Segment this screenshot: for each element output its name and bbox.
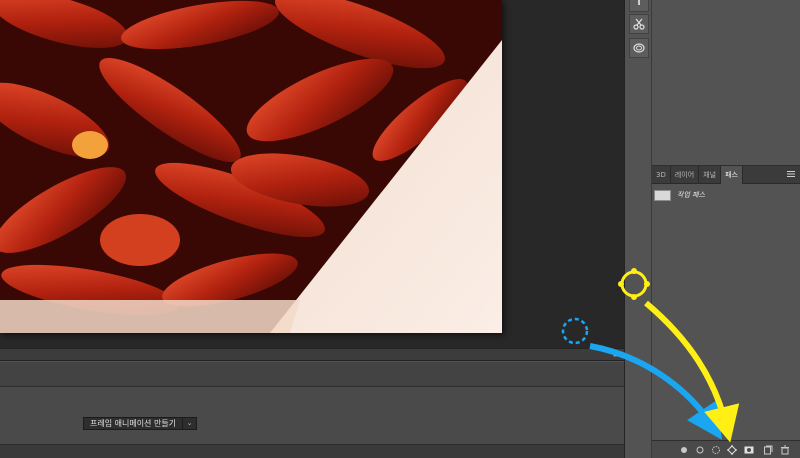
new-path-icon[interactable]: [762, 444, 774, 456]
timeline-header: ≡: [0, 349, 624, 361]
upper-panel: [652, 0, 800, 166]
fill-path-icon[interactable]: [678, 444, 690, 456]
timeline-bottom-bar: [0, 444, 624, 458]
tab-layers[interactable]: 레이어: [671, 166, 700, 184]
paths-list: 작업 패스: [652, 185, 800, 440]
stroke-path-icon[interactable]: [694, 444, 706, 456]
path-label: 작업 패스: [677, 191, 705, 199]
list-item[interactable]: 작업 패스: [652, 187, 800, 203]
scissors-icon[interactable]: [629, 14, 649, 34]
add-mask-icon[interactable]: [743, 444, 755, 456]
paths-panel-footer: [652, 440, 800, 458]
create-frame-animation-label[interactable]: 프레임 애니메이션 만들기: [83, 417, 184, 430]
tab-3d[interactable]: 3D: [652, 166, 671, 184]
panel-menu-icon[interactable]: [786, 170, 796, 178]
canvas-workspace[interactable]: [0, 0, 624, 348]
chevron-down-icon[interactable]: ⌄: [183, 417, 198, 430]
timeline-controls-strip: [0, 362, 624, 387]
timeline-panel: ≡: [0, 348, 624, 458]
tool-strip: [624, 0, 652, 458]
right-panels: 3D 레이어 채널 패스 작업 패스: [652, 0, 800, 458]
timeline-panel-menu-icon[interactable]: ≡: [612, 350, 620, 360]
menu-grip-icon[interactable]: [629, 0, 649, 12]
delete-path-icon[interactable]: [779, 444, 791, 456]
panel-tab-bar: 3D 레이어 채널 패스: [652, 166, 800, 184]
tab-channels[interactable]: 채널: [699, 166, 722, 184]
document-image[interactable]: [0, 0, 502, 333]
path-thumbnail: [654, 189, 671, 201]
load-as-selection-icon[interactable]: [710, 444, 722, 456]
tab-paths[interactable]: 패스: [721, 166, 743, 184]
chili-peppers-photo: [0, 0, 502, 333]
swirl-icon[interactable]: [629, 38, 649, 58]
create-frame-animation-button[interactable]: 프레임 애니메이션 만들기 ⌄: [83, 417, 198, 430]
make-work-path-icon[interactable]: [726, 444, 738, 456]
